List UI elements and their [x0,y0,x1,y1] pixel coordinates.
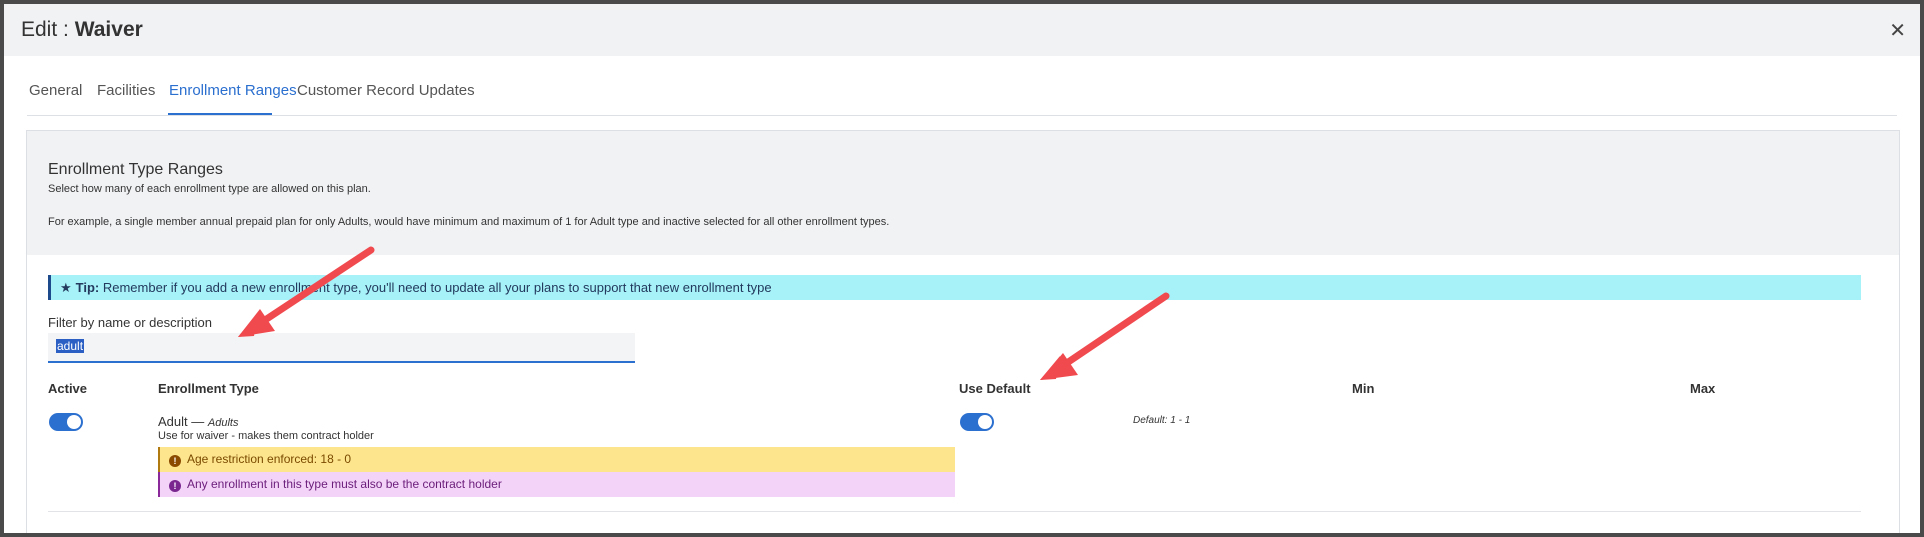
annotation-arrows [238,246,1170,380]
annotation-arrow-use-default [1040,292,1170,380]
edit-modal: Edit : Waiver ✕ General Facilities Enrol… [4,4,1920,533]
annotation-arrow-filter [238,246,375,337]
